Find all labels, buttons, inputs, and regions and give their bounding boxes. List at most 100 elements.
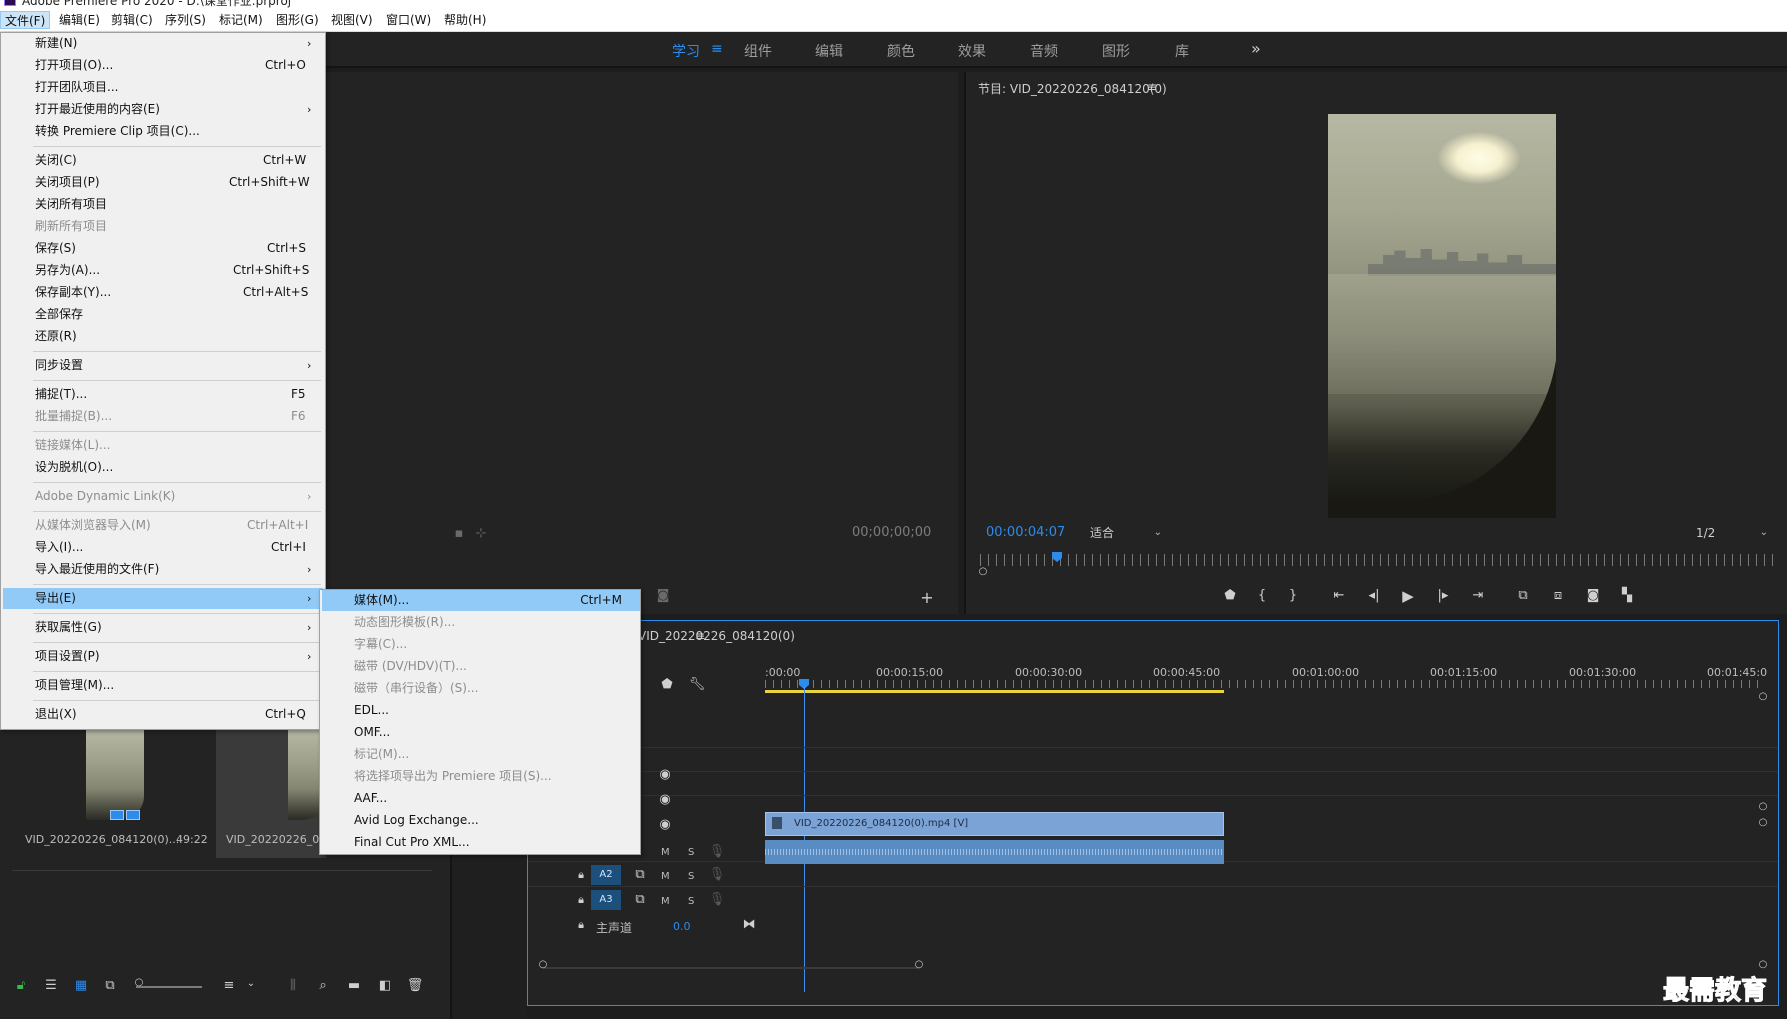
workspace-tab-effects[interactable]: 效果: [958, 41, 986, 61]
project-item-name-1[interactable]: VID_20220226_084120(0)...: [25, 833, 179, 846]
workspace-menu-icon[interactable]: ≡: [711, 41, 723, 57]
export-aaf[interactable]: AAF...: [322, 788, 640, 809]
a2-sync-lock-icon[interactable]: ⧉: [631, 867, 649, 882]
go-to-in-icon[interactable]: ⇤: [1330, 588, 1348, 603]
audio-scroll-handle-icon[interactable]: ○: [1754, 817, 1772, 828]
new-item-icon[interactable]: ◧: [376, 978, 394, 993]
export-frame-camera-icon[interactable]: ◙: [1584, 588, 1602, 603]
file-menu-project-settings[interactable]: 项目设置(P) ›: [3, 646, 323, 667]
a3-sync-lock-icon[interactable]: ⧉: [631, 892, 649, 907]
export-final-cut-pro-xml[interactable]: Final Cut Pro XML...: [322, 832, 640, 853]
program-monitor-title[interactable]: 节目: VID_20220226_084120(0): [978, 80, 1167, 97]
program-zoom-handle-icon[interactable]: ○: [974, 566, 992, 577]
file-menu-project-manager[interactable]: 项目管理(M)...: [3, 675, 323, 696]
mark-in-icon[interactable]: {: [1253, 588, 1271, 603]
file-menu-import-recent-file[interactable]: 导入最近使用的文件(F) ›: [3, 559, 323, 580]
export-omf[interactable]: OMF...: [322, 722, 640, 743]
timeline-settings-wrench-icon[interactable]: 🔧︎: [688, 677, 706, 692]
file-menu-open-recent[interactable]: 打开最近使用的内容(E) ›: [3, 99, 323, 120]
a2-solo-button[interactable]: S: [688, 871, 694, 882]
timeline-tab-title[interactable]: VID_20220226_084120(0): [638, 629, 795, 643]
compare-view-icon[interactable]: ▚: [1618, 588, 1636, 603]
program-panel-menu-icon[interactable]: ≡: [1147, 80, 1157, 94]
go-to-out-icon[interactable]: ⇥: [1469, 588, 1487, 603]
step-back-icon[interactable]: ◂|: [1365, 588, 1383, 603]
project-item-thumbnail-1[interactable]: [86, 730, 144, 820]
workspace-tab-editing[interactable]: 编辑: [815, 41, 843, 61]
a2-lock-icon[interactable]: 🔒︎: [572, 868, 590, 882]
export-edl[interactable]: EDL...: [322, 700, 640, 721]
menu-edit[interactable]: 编辑(E): [55, 11, 104, 29]
file-menu-close-all-projects[interactable]: 关闭所有项目: [3, 194, 323, 215]
file-menu-open-team-project[interactable]: 打开团队项目...: [3, 77, 323, 98]
resolution-dropdown[interactable]: 1/2 ⌄: [1690, 524, 1772, 542]
audio-clip-waveform[interactable]: [765, 840, 1224, 864]
timeline-horizontal-scrollbar[interactable]: [542, 967, 920, 969]
zoom-slider-handle-icon[interactable]: ○: [130, 977, 148, 988]
a2-voiceover-mic-icon[interactable]: 🎙︎: [708, 867, 726, 882]
freeform-view-icon[interactable]: ⧉: [101, 978, 119, 993]
file-menu-exit[interactable]: 退出(X) Ctrl+Q: [3, 704, 323, 725]
play-icon[interactable]: ▶: [1399, 587, 1417, 605]
add-marker-icon[interactable]: ⬟: [1221, 588, 1239, 603]
file-menu-close[interactable]: 关闭(C) Ctrl+W: [3, 150, 323, 171]
source-marker-icon[interactable]: ▪: [450, 526, 468, 541]
workspace-tab-graphics[interactable]: 图形: [1102, 41, 1130, 61]
source-timecode[interactable]: 00;00;00;00: [852, 525, 931, 540]
menu-window[interactable]: 窗口(W): [382, 11, 435, 29]
track-visibility-eye-icon[interactable]: ◉: [656, 767, 674, 782]
export-avid-log-exchange[interactable]: Avid Log Exchange...: [322, 810, 640, 831]
a2-track-label[interactable]: A2: [591, 865, 621, 885]
workspace-tab-color[interactable]: 颜色: [887, 41, 915, 61]
menu-clip[interactable]: 剪辑(C): [107, 11, 157, 29]
file-menu-convert-clip[interactable]: 转换 Premiere Clip 项目(C)...: [3, 121, 323, 142]
track-visibility-eye-icon[interactable]: ◉: [656, 792, 674, 807]
export-media[interactable]: 媒体(M)... Ctrl+M: [322, 590, 640, 611]
extract-icon[interactable]: ⧈: [1549, 588, 1567, 603]
scroll-handle-left-icon[interactable]: ○: [534, 959, 552, 970]
a1-voiceover-mic-icon[interactable]: 🎙︎: [708, 844, 726, 859]
step-forward-icon[interactable]: |▸: [1434, 588, 1452, 603]
file-menu-close-project[interactable]: 关闭项目(P) Ctrl+Shift+W: [3, 172, 323, 193]
a2-mute-button[interactable]: M: [661, 871, 670, 882]
menu-marker[interactable]: 标记(M): [215, 11, 267, 29]
file-menu-save-as[interactable]: 另存为(A)... Ctrl+Shift+S: [3, 260, 323, 281]
file-menu-capture[interactable]: 捕捉(T)... F5: [3, 384, 323, 405]
work-area-bar[interactable]: [765, 690, 1224, 693]
lift-icon[interactable]: ⧉: [1514, 588, 1532, 603]
master-volume-value[interactable]: 0.0: [673, 920, 691, 933]
a1-mute-button[interactable]: M: [661, 847, 670, 858]
file-menu-new[interactable]: 新建(N) ›: [3, 33, 323, 54]
a1-solo-button[interactable]: S: [688, 847, 694, 858]
a3-mute-button[interactable]: M: [661, 896, 670, 907]
program-timecode[interactable]: 00:00:04:07: [986, 525, 1065, 540]
source-export-frame-icon[interactable]: ◙: [654, 588, 672, 603]
workspace-tab-audio[interactable]: 音频: [1030, 41, 1058, 61]
workspace-tab-learn[interactable]: 学习: [672, 41, 700, 61]
timeline-time-ruler[interactable]: [765, 680, 1765, 688]
icon-view-icon[interactable]: ▦: [72, 978, 90, 993]
menu-help[interactable]: 帮助(H): [440, 11, 490, 29]
scroll-handle-right-icon[interactable]: ○: [910, 959, 928, 970]
file-menu-save[interactable]: 保存(S) Ctrl+S: [3, 238, 323, 259]
menu-graphics[interactable]: 图形(G): [272, 11, 323, 29]
video-scroll-handle-icon[interactable]: ○: [1754, 691, 1772, 702]
list-view-icon[interactable]: ☰: [42, 978, 60, 993]
master-lock-icon[interactable]: 🔒︎: [572, 918, 590, 932]
file-menu-make-offline[interactable]: 设为脱机(O)...: [3, 457, 323, 478]
video-scroll-handle-icon[interactable]: ○: [1754, 801, 1772, 812]
trash-icon[interactable]: 🗑︎: [406, 978, 424, 993]
track-visibility-eye-icon[interactable]: ◉: [656, 817, 674, 832]
file-menu-save-all[interactable]: 全部保存: [3, 304, 323, 325]
search-icon[interactable]: ⌕: [314, 978, 332, 993]
program-time-ruler[interactable]: [980, 554, 1776, 566]
fit-dropdown[interactable]: 适合 ⌄: [1084, 524, 1166, 542]
sort-icon[interactable]: ≡: [220, 978, 238, 993]
a3-lock-icon[interactable]: 🔒︎: [572, 893, 590, 907]
file-menu-import[interactable]: 导入(I)... Ctrl+I: [3, 537, 323, 558]
file-menu-get-properties[interactable]: 获取属性(G) ›: [3, 617, 323, 638]
file-menu-open-project[interactable]: 打开项目(O)... Ctrl+O: [3, 55, 323, 76]
timeline-marker-icon[interactable]: ⬟: [658, 677, 676, 692]
lock-open-icon[interactable]: 🔓︎: [12, 978, 30, 993]
master-go-to-end-icon[interactable]: ⧓: [740, 917, 758, 932]
